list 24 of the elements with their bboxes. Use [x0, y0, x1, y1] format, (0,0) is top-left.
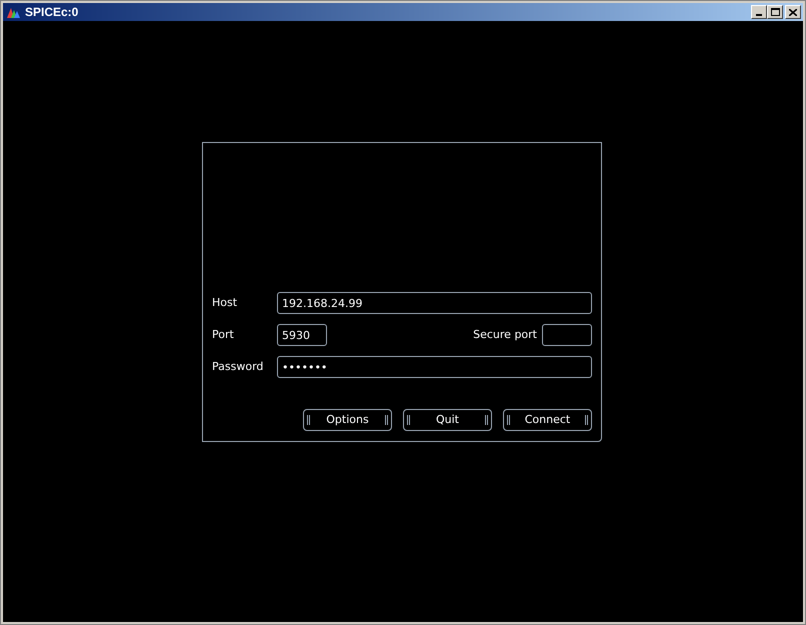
field-label: Secure port: [473, 326, 537, 343]
input-field[interactable]: [542, 324, 592, 346]
field-label: Password: [212, 358, 264, 375]
close-button[interactable]: [785, 5, 801, 19]
dialog-button[interactable]: Connect: [503, 409, 592, 431]
grip-icon: [407, 415, 410, 425]
grip-icon: [384, 415, 388, 425]
dialog-button[interactable]: Quit: [403, 409, 492, 431]
input-field[interactable]: 5930: [277, 324, 327, 346]
close-icon: [789, 8, 797, 16]
minimize-button[interactable]: [751, 5, 767, 19]
grip-icon: [307, 415, 310, 425]
maximize-button[interactable]: [767, 5, 783, 19]
field-label: Port: [212, 326, 235, 343]
field-label: Host: [212, 294, 238, 311]
maximize-icon: [770, 8, 780, 16]
dialog-button[interactable]: Options: [303, 409, 392, 431]
input-field[interactable]: 192.168.24.99: [277, 292, 592, 314]
grip-icon: [584, 415, 588, 425]
minimize-icon: [756, 14, 762, 16]
password-field[interactable]: •••••••: [277, 356, 592, 378]
window-title: SPICEc:0: [25, 4, 78, 21]
grip-icon: [507, 415, 510, 425]
grip-icon: [485, 415, 488, 425]
